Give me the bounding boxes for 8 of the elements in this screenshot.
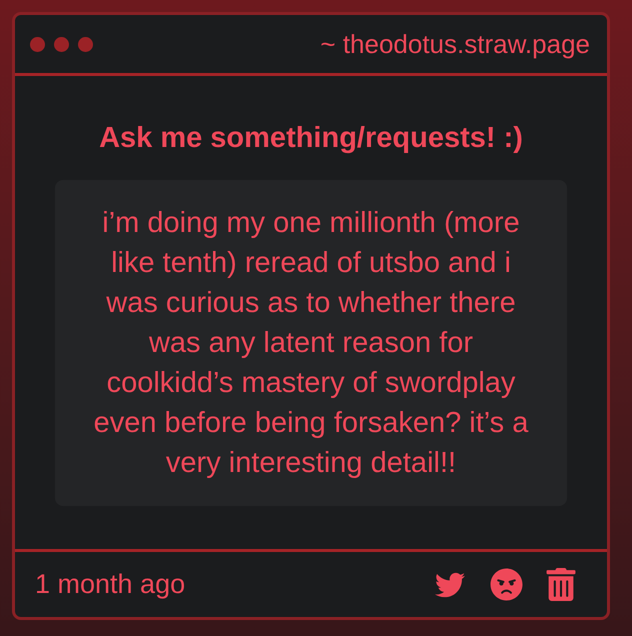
delete-button[interactable] [546,568,576,601]
window-title: ~ theodotus.straw.page [320,31,590,57]
trash-icon [546,568,576,601]
angry-face-icon [490,568,523,601]
block-button[interactable] [490,568,523,601]
question-text: i’m doing my one millionth (more like tenth) reread of utsbo and i was curious as to whether there was any latent reason for coolkidd’s mastery of swordplay even before being forsaken? it’s a very interesting detail!! [92,206,530,481]
card-heading: Ask me something/requests! :) [99,122,523,154]
post-time: 1 month ago [35,568,186,602]
